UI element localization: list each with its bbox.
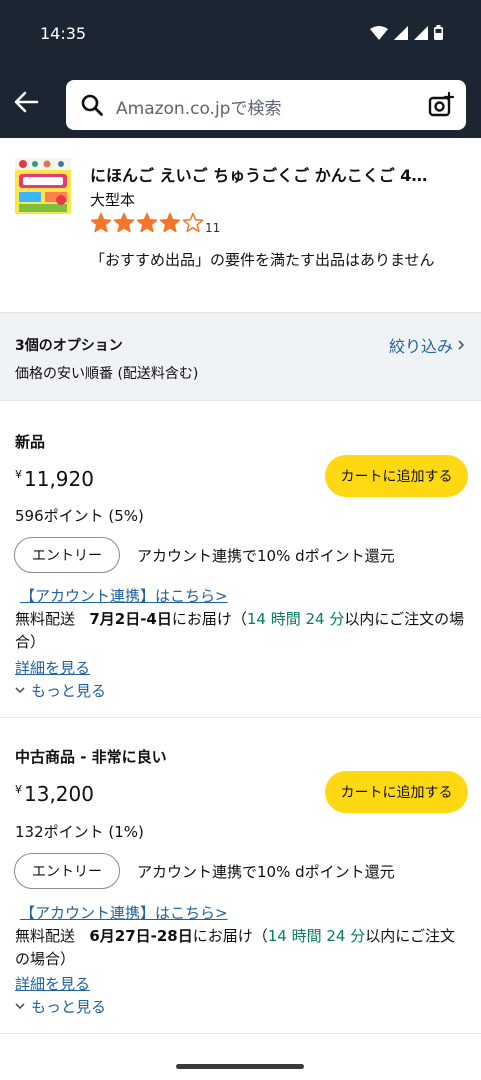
delivery-mid: にお届け（ [192, 927, 268, 945]
options-bar: 3個のオプション 価格の安い順番 (配送料含む) 絞り込み [0, 312, 481, 401]
status-icons [370, 25, 443, 40]
delivery-mid: にお届け（ [171, 610, 247, 628]
star-filled-icon [136, 212, 158, 233]
offer-price: ¥11,920 [15, 467, 94, 491]
star-filled-icon [113, 212, 135, 233]
delivery-window: 14 時間 24 分 [246, 610, 345, 628]
options-count: 3個のオプション [15, 338, 123, 354]
home-indicator[interactable] [176, 1064, 304, 1069]
add-to-cart-button[interactable]: カートに追加する [325, 771, 468, 813]
battery-icon [434, 25, 443, 40]
star-filled-icon [90, 212, 112, 233]
search-input[interactable]: Amazon.co.jpで検索 [66, 80, 466, 130]
price-value: 11,920 [24, 467, 94, 491]
featured-offer-note: 「おすすめ出品」の要件を満たす出品はありません [90, 251, 435, 269]
offer-divider [0, 1033, 481, 1034]
search-placeholder: Amazon.co.jpで検索 [116, 99, 282, 119]
star-filled-icon [159, 212, 181, 233]
product-thumbnail[interactable] [15, 158, 71, 214]
delivery-date: 7月2日-4日 [89, 610, 172, 628]
offer-condition: 新品 [15, 433, 46, 451]
sort-label: 価格の安い順番 (配送料含む) [15, 366, 199, 382]
chevron-right-icon [458, 340, 465, 350]
product-summary[interactable]: にほんご えいご ちゅうごくご かんこくご 4… 大型本 11 「おすすめ出品」… [0, 138, 481, 312]
currency-symbol: ¥ [15, 468, 22, 481]
signal-icon-2 [414, 25, 428, 40]
status-time: 14:35 [40, 24, 87, 43]
entry-promo-text: アカウント連携で10% dポイント還元 [137, 547, 395, 565]
entry-button[interactable]: エントリー [14, 853, 120, 889]
delivery-window: 14 時間 24 分 [267, 927, 366, 945]
details-link[interactable]: 詳細を見る [15, 973, 90, 994]
back-arrow-icon[interactable] [12, 88, 40, 116]
product-title[interactable]: にほんご えいご ちゅうごくご かんこくご 4… [90, 162, 462, 186]
offer-card: 新品 ¥11,920 カートに追加する 596ポイント (5%) エントリー ア… [0, 401, 481, 717]
offer-points: 132ポイント (1%) [15, 823, 144, 841]
currency-symbol: ¥ [15, 783, 22, 796]
see-more-label: もっと見る [31, 998, 107, 1016]
offer-card: 中古商品 - 非常に良い ¥13,200 カートに追加する 132ポイント (1… [0, 718, 481, 1034]
see-more-button[interactable]: もっと見る [15, 996, 106, 1017]
entry-button[interactable]: エントリー [14, 537, 120, 573]
delivery-info: 無料配送 7月2日-4日にお届け（14 時間 24 分以内にご注文の場合） [15, 608, 467, 654]
wifi-icon [370, 25, 388, 40]
price-value: 13,200 [24, 782, 94, 806]
entry-promo-text: アカウント連携で10% dポイント還元 [137, 863, 395, 881]
star-empty-icon [182, 212, 204, 233]
rating-stars[interactable] [90, 212, 204, 234]
delivery-info: 無料配送 6月27日-28日にお届け（14 時間 24 分以内にご注文の場合） [15, 925, 467, 971]
review-count[interactable]: 11 [205, 221, 220, 235]
delivery-prefix: 無料配送 [15, 927, 76, 945]
camera-search-icon[interactable] [428, 92, 454, 118]
signal-icon [394, 25, 408, 40]
add-to-cart-button[interactable]: カートに追加する [325, 455, 468, 497]
search-header: Amazon.co.jpで検索 [0, 66, 481, 138]
search-icon [81, 94, 103, 116]
see-more-button[interactable]: もっと見る [15, 680, 106, 701]
offer-points: 596ポイント (5%) [15, 507, 144, 525]
chevron-down-icon [15, 687, 25, 694]
delivery-date: 6月27日-28日 [89, 927, 193, 945]
chevron-down-icon [15, 1003, 25, 1010]
delivery-prefix: 無料配送 [15, 610, 76, 628]
account-connect-link[interactable]: 【アカウント連携】はこちら> [20, 902, 228, 923]
filter-button[interactable]: 絞り込み [389, 333, 465, 357]
offer-condition: 中古商品 - 非常に良い [15, 748, 167, 766]
filter-label: 絞り込み [388, 337, 453, 356]
offer-price: ¥13,200 [15, 782, 94, 806]
account-connect-link[interactable]: 【アカウント連携】はこちら> [20, 585, 228, 606]
see-more-label: もっと見る [31, 682, 107, 700]
product-binding: 大型本 [90, 191, 136, 209]
details-link[interactable]: 詳細を見る [15, 657, 90, 678]
status-bar: 14:35 [0, 0, 481, 66]
